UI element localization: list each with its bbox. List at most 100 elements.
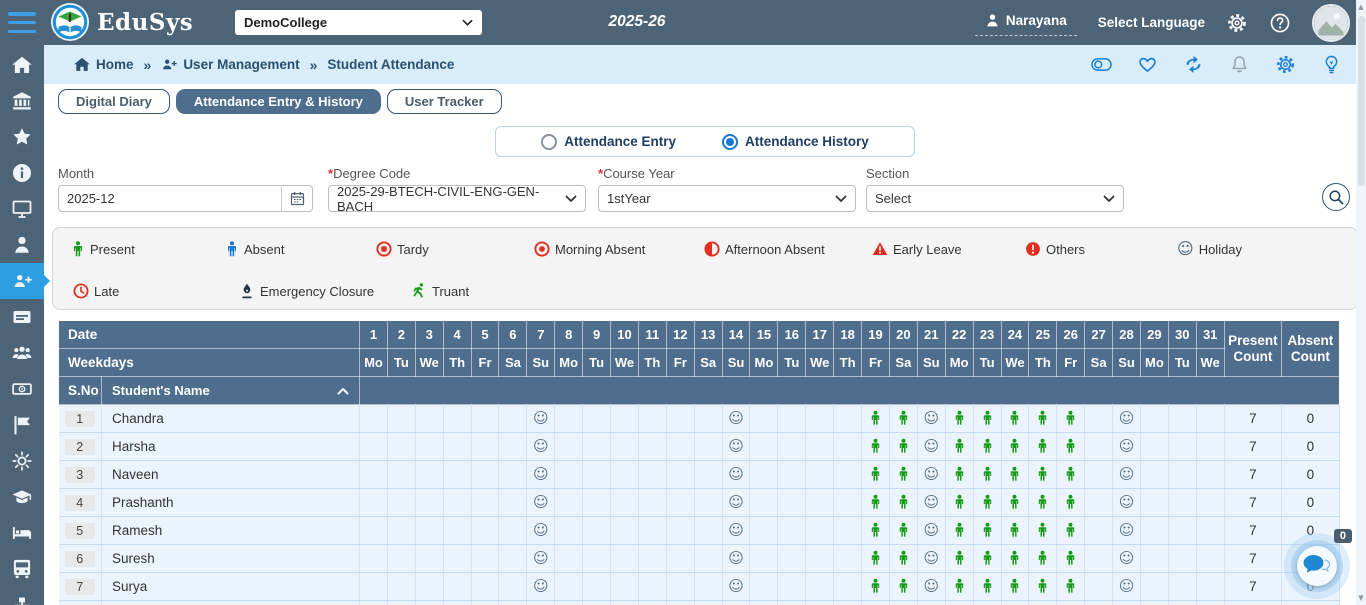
sort-ascending-icon[interactable] xyxy=(337,387,349,395)
search-button[interactable] xyxy=(1322,183,1350,211)
holiday-icon: ☺ xyxy=(533,549,549,567)
radio-attendance-entry[interactable]: Attendance Entry xyxy=(541,134,676,150)
day-cell xyxy=(750,545,778,573)
day-cell xyxy=(1057,573,1085,601)
day-cell xyxy=(666,545,694,573)
help-icon[interactable] xyxy=(1269,12,1291,34)
person-green-icon xyxy=(71,241,85,257)
avatar[interactable] xyxy=(1312,4,1350,42)
sidebar-item-transport[interactable] xyxy=(0,551,44,587)
radio-icon[interactable] xyxy=(722,134,738,150)
calendar-icon[interactable] xyxy=(281,185,305,212)
radio-icon[interactable] xyxy=(541,134,557,150)
present-icon xyxy=(897,494,910,511)
settings-icon[interactable] xyxy=(1226,12,1248,34)
absent-count-header: Absent Count xyxy=(1282,321,1340,377)
scroll-down-arrow[interactable]: ▼ xyxy=(1356,594,1366,602)
day-cell xyxy=(862,601,890,605)
sidebar-item-finance[interactable] xyxy=(0,371,44,407)
day-header: 5 xyxy=(471,321,499,349)
holiday-icon: ☺ xyxy=(728,465,744,483)
tab-attendance-entry-history[interactable]: Attendance Entry & History xyxy=(176,89,381,114)
present-icon xyxy=(1036,578,1049,595)
course-year-select[interactable]: 1stYear xyxy=(598,185,856,212)
day-cell xyxy=(1168,433,1196,461)
home-icon xyxy=(12,55,32,75)
menu-icon[interactable] xyxy=(8,12,36,33)
sidebar-item-desktop[interactable] xyxy=(0,191,44,227)
sidebar-item-info[interactable] xyxy=(0,155,44,191)
day-cell xyxy=(945,405,973,433)
day-cell xyxy=(638,573,666,601)
scroll-thumb[interactable] xyxy=(1358,16,1365,186)
screen: EduSys DemoCollege 2025-26 Narayana Sele… xyxy=(0,0,1366,605)
sidebar-item-favorites[interactable] xyxy=(0,119,44,155)
sidebar-item-profile[interactable] xyxy=(0,227,44,263)
user-menu[interactable]: Narayana xyxy=(975,9,1077,36)
chat-widget[interactable]: 0 xyxy=(1284,533,1350,599)
legend-item: Early Leave xyxy=(872,241,962,257)
degree-code-select[interactable]: 2025-29-BTECH-CIVIL-ENG-GEN-BACH xyxy=(328,185,586,212)
day-cell xyxy=(973,405,1001,433)
college-select[interactable]: DemoCollege xyxy=(235,10,482,35)
day-cell xyxy=(1140,433,1168,461)
day-cell xyxy=(471,405,499,433)
hostel-icon xyxy=(12,523,32,543)
language-menu[interactable]: Select Language xyxy=(1098,15,1205,30)
legend-item: Present xyxy=(71,241,135,257)
breadcrumb-item[interactable]: Student Attendance xyxy=(327,57,454,72)
section-select[interactable]: Select xyxy=(866,185,1124,212)
day-cell xyxy=(387,573,415,601)
radio-attendance-history[interactable]: Attendance History xyxy=(722,134,869,150)
legend-item: Tardy xyxy=(376,241,429,257)
day-cell: ☺ xyxy=(527,601,555,605)
tips-icon[interactable] xyxy=(1321,54,1342,75)
sidebar-item-flag[interactable] xyxy=(0,407,44,443)
sidebar-item-hostel[interactable] xyxy=(0,515,44,551)
day-header: 23 xyxy=(973,321,1001,349)
present-icon xyxy=(953,578,966,595)
legend-item: Truant xyxy=(411,283,469,299)
day-cell xyxy=(750,601,778,605)
college-select-value: DemoCollege xyxy=(244,15,327,30)
day-cell xyxy=(443,461,471,489)
settings-icon[interactable] xyxy=(1275,54,1296,75)
legend-item: Others xyxy=(1025,241,1085,257)
notifications-icon[interactable] xyxy=(1229,54,1250,75)
tab-user-tracker[interactable]: User Tracker xyxy=(387,89,502,114)
refresh-icon[interactable] xyxy=(1183,54,1204,75)
day-cell xyxy=(666,573,694,601)
day-cell xyxy=(1057,601,1085,605)
day-cell xyxy=(443,517,471,545)
sno-cell: 3 xyxy=(59,461,102,489)
user-plus-icon xyxy=(161,57,177,72)
vertical-scrollbar[interactable]: ▲ ▼ xyxy=(1356,0,1366,605)
day-cell xyxy=(443,573,471,601)
sidebar-item-institution[interactable] xyxy=(0,83,44,119)
person-blue-icon xyxy=(225,241,239,257)
chevron-down-icon xyxy=(835,195,847,203)
stop-circle-icon xyxy=(376,241,392,257)
month-input[interactable]: 2025-12 xyxy=(58,185,313,212)
chevron-down-icon xyxy=(565,195,577,203)
breadcrumb-item[interactable]: User Management xyxy=(161,57,299,72)
holiday-icon: ☺ xyxy=(1119,409,1135,427)
sidebar-item-network[interactable] xyxy=(0,587,44,605)
day-cell xyxy=(611,573,639,601)
sidebar-item-academics[interactable] xyxy=(0,479,44,515)
tab-digital-diary[interactable]: Digital Diary xyxy=(58,89,170,114)
favorites-icon xyxy=(12,127,32,147)
breadcrumb-item[interactable]: Home xyxy=(74,57,134,72)
day-cell xyxy=(387,405,415,433)
sidebar-item-groups[interactable] xyxy=(0,335,44,371)
student-name-header[interactable]: Student's Name xyxy=(102,377,360,405)
present-icon xyxy=(981,438,994,455)
sidebar-item-sun[interactable] xyxy=(0,443,44,479)
sidebar-item-id-card[interactable] xyxy=(0,299,44,335)
sidebar-item-home[interactable] xyxy=(0,47,44,83)
toggle-icon[interactable] xyxy=(1091,54,1112,75)
favorite-icon[interactable] xyxy=(1137,54,1158,75)
sidebar-item-user-management[interactable] xyxy=(0,263,44,299)
scroll-up-arrow[interactable]: ▲ xyxy=(1356,3,1366,11)
day-cell xyxy=(1168,517,1196,545)
